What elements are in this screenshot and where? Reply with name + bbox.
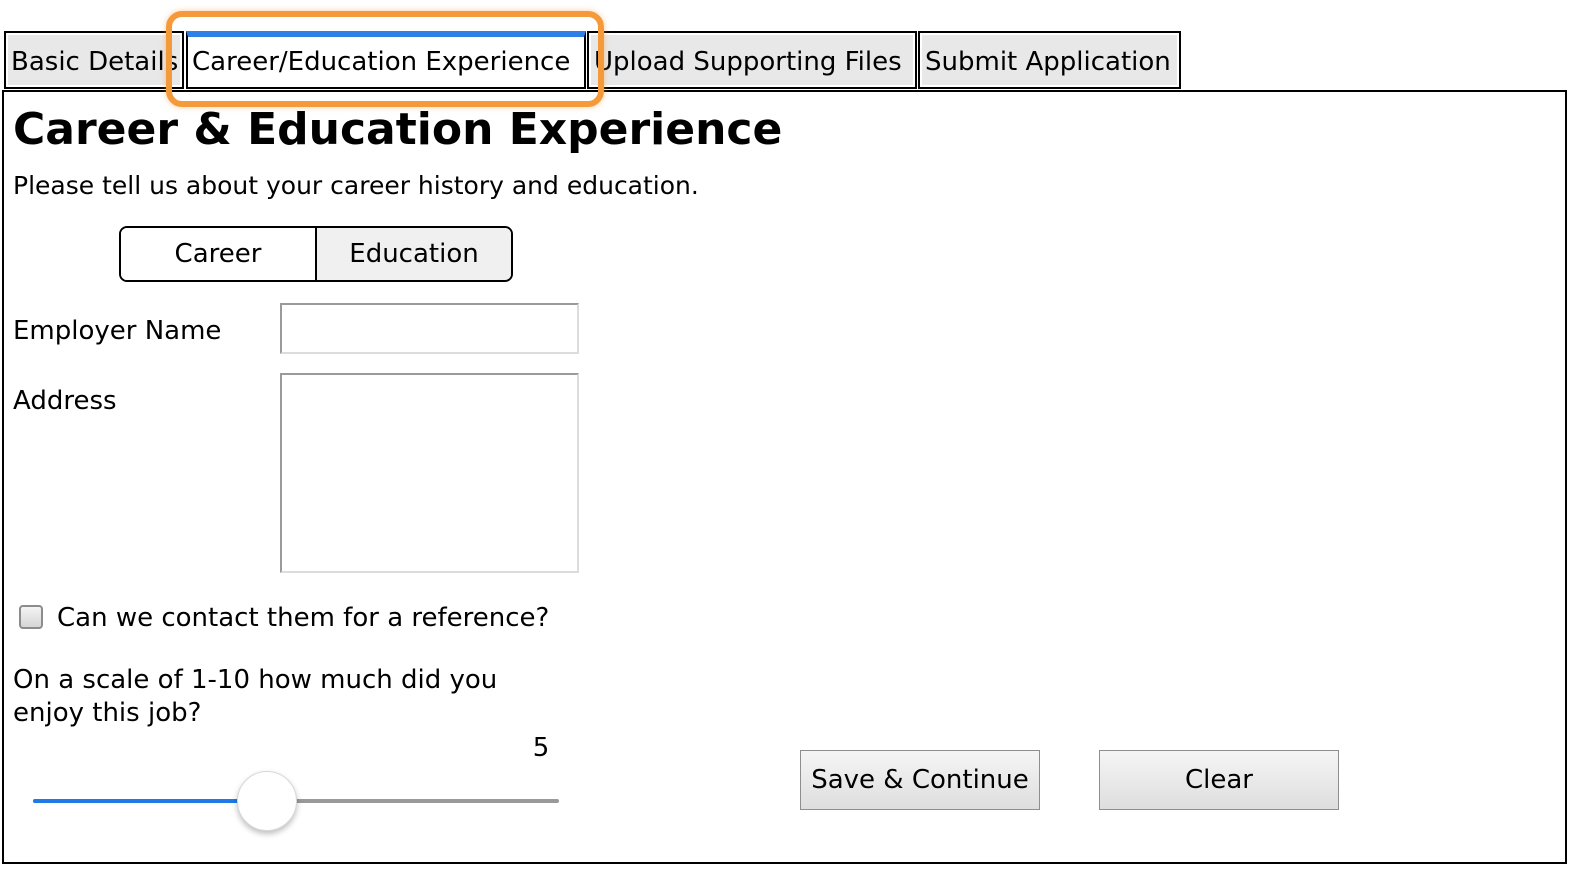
- page-subtitle: Please tell us about your career history…: [13, 171, 699, 200]
- tab-label: Career/Education Experience: [192, 47, 571, 77]
- enjoyment-slider-fill: [33, 799, 267, 803]
- address-textarea[interactable]: [280, 373, 579, 573]
- toggle-option-education[interactable]: Education: [315, 228, 511, 280]
- reference-checkbox-label[interactable]: Can we contact them for a reference?: [57, 602, 549, 634]
- application-window: Basic Details Career/Education Experienc…: [0, 0, 1573, 869]
- tab-career-education[interactable]: Career/Education Experience: [186, 31, 586, 89]
- save-continue-button[interactable]: Save & Continue: [800, 750, 1040, 810]
- enjoyment-slider-value: 5: [532, 733, 550, 763]
- toggle-option-career[interactable]: Career: [121, 228, 315, 280]
- tab-submit-application[interactable]: Submit Application: [918, 31, 1181, 89]
- tab-label: Basic Details: [11, 47, 179, 77]
- tab-basic-details[interactable]: Basic Details: [4, 31, 184, 89]
- employer-name-label: Employer Name: [13, 316, 222, 346]
- employer-name-input[interactable]: [280, 303, 579, 354]
- career-education-toggle: Career Education: [119, 226, 513, 282]
- clear-button[interactable]: Clear: [1099, 750, 1339, 810]
- tab-upload-files[interactable]: Upload Supporting Files: [587, 31, 917, 89]
- enjoyment-slider-thumb[interactable]: [236, 771, 297, 831]
- tab-label: Submit Application: [925, 47, 1171, 77]
- reference-checkbox[interactable]: [19, 605, 43, 629]
- tab-content-panel: [2, 90, 1567, 864]
- tab-label: Upload Supporting Files: [594, 47, 902, 77]
- address-label: Address: [13, 386, 117, 416]
- enjoyment-question: On a scale of 1-10 how much did you enjo…: [13, 665, 498, 728]
- page-title: Career & Education Experience: [13, 104, 783, 155]
